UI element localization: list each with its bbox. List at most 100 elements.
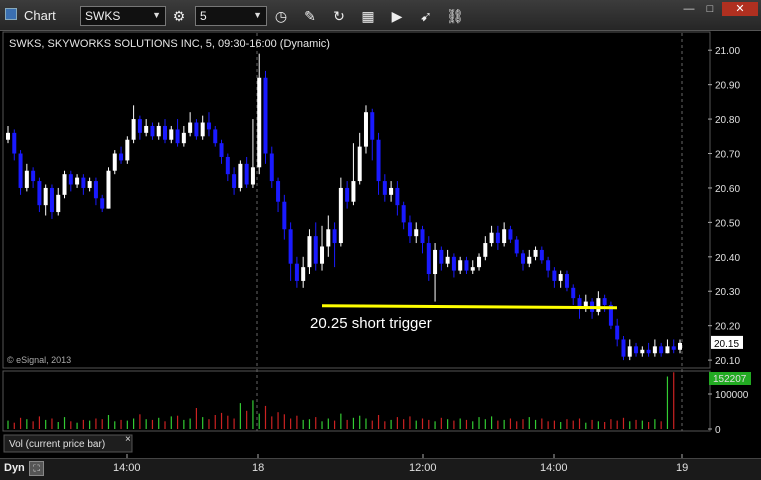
volume-study-label: Vol (current price bar) <box>9 439 105 450</box>
candle-body <box>652 346 657 354</box>
esignal-watermark: © eSignal, 2013 <box>7 355 71 365</box>
symbol-combobox[interactable]: SWKS ▼ <box>80 6 166 26</box>
candle-body <box>276 181 281 202</box>
candle-body <box>426 243 431 275</box>
candle-body <box>678 342 682 350</box>
candle-body <box>263 77 268 154</box>
candle-body <box>627 346 632 357</box>
candle-body <box>357 146 362 182</box>
candle-body <box>332 229 337 244</box>
chevron-down-icon[interactable]: ▼ <box>152 10 161 20</box>
candle-body <box>571 287 576 299</box>
candle-body <box>250 167 255 185</box>
minimize-button[interactable]: — <box>680 2 698 16</box>
candle-body <box>131 119 136 140</box>
candle-body <box>12 132 17 154</box>
close-icon[interactable]: × <box>125 434 131 445</box>
chart-svg[interactable]: SWKS, SKYWORKS SOLUTIONS INC, 5, 09:30-1… <box>0 31 761 458</box>
calendar-icon[interactable]: ▦ <box>358 6 378 26</box>
candle-body <box>194 122 199 137</box>
candle-body <box>150 125 155 137</box>
candle-body <box>68 174 73 185</box>
candle-body <box>232 174 237 188</box>
candle-body <box>363 112 368 147</box>
time-tick-label: 14:00 <box>113 462 141 474</box>
candle-body <box>31 170 36 182</box>
dynamic-mode-icon[interactable]: ⛶ <box>29 461 44 476</box>
candle-body <box>558 274 563 281</box>
play-icon[interactable]: ▶ <box>387 6 407 26</box>
interval-combobox[interactable]: 5 ▼ <box>195 6 267 26</box>
candle-body <box>18 153 23 188</box>
price-tick-label: 21.00 <box>715 46 740 57</box>
candle-body <box>389 187 394 195</box>
candle-body <box>451 256 456 271</box>
candle-body <box>634 346 639 354</box>
candle-body <box>106 170 111 209</box>
chart-app-icon <box>5 8 17 20</box>
candle-body <box>112 153 117 171</box>
volume-bars-layer <box>7 372 675 429</box>
candle-body <box>564 274 569 288</box>
candle-body <box>175 129 180 144</box>
candle-body <box>301 267 306 281</box>
candle-body <box>464 260 469 271</box>
price-tick-label: 20.50 <box>715 218 740 229</box>
candle-body <box>81 177 86 188</box>
time-tick-label: 19 <box>676 462 689 474</box>
candle-body <box>125 139 130 161</box>
candle-body <box>62 174 67 195</box>
interval-value: 5 <box>200 9 207 23</box>
candle-body <box>646 349 651 354</box>
candle-body <box>269 153 274 182</box>
candle-body <box>294 263 299 281</box>
candle-body <box>439 249 444 264</box>
candle-body <box>257 77 262 168</box>
price-tick-label: 20.60 <box>715 184 740 195</box>
candle-body <box>181 132 186 144</box>
candle-body <box>244 163 249 185</box>
last-price-value: 20.15 <box>714 339 739 350</box>
candle-body <box>414 229 419 237</box>
close-button[interactable]: ✕ <box>722 2 758 16</box>
candle-body <box>489 232 494 244</box>
candle-body <box>621 339 626 357</box>
short-trigger-line <box>321 304 618 310</box>
link-icon[interactable]: ⛓ <box>445 6 465 26</box>
chart-area[interactable]: SWKS, SKYWORKS SOLUTIONS INC, 5, 09:30-1… <box>0 31 761 480</box>
pencil-icon[interactable]: ✎ <box>300 6 320 26</box>
short-trigger-label: 20.25 short trigger <box>310 315 432 332</box>
candle-body <box>169 129 174 140</box>
candle-body <box>458 260 463 271</box>
candle-body <box>514 239 519 254</box>
maximize-button[interactable]: □ <box>701 2 719 16</box>
candle-body <box>188 122 193 133</box>
price-tick-label: 20.10 <box>715 356 740 367</box>
cursor-icon[interactable]: ➹ <box>416 6 436 26</box>
price-tick-label: 20.30 <box>715 287 740 298</box>
candle-body <box>100 198 105 209</box>
candle-body <box>382 181 387 195</box>
candle-body <box>433 249 438 275</box>
candle-body <box>225 156 230 175</box>
candle-body <box>288 229 293 264</box>
candle-body <box>93 181 98 199</box>
price-tick-label: 20.70 <box>715 150 740 161</box>
chevron-down-icon[interactable]: ▼ <box>253 10 262 20</box>
clock-icon[interactable]: ◷ <box>271 6 291 26</box>
time-tick-label: 12:00 <box>409 462 437 474</box>
dynamic-mode-label[interactable]: Dyn <box>4 462 25 474</box>
candle-body <box>420 229 425 244</box>
candle-body <box>671 346 676 350</box>
candle-body <box>470 267 475 271</box>
gear-icon[interactable]: ⚙ <box>169 6 189 26</box>
candle-body <box>407 222 412 237</box>
candle-body <box>49 187 54 213</box>
candle-body <box>200 122 205 137</box>
candle-body <box>351 181 356 202</box>
candle-body <box>495 232 500 244</box>
candle-body <box>527 256 532 264</box>
candle-body <box>56 194 61 213</box>
refresh-icon[interactable]: ↻ <box>329 6 349 26</box>
candle-body <box>206 122 211 130</box>
